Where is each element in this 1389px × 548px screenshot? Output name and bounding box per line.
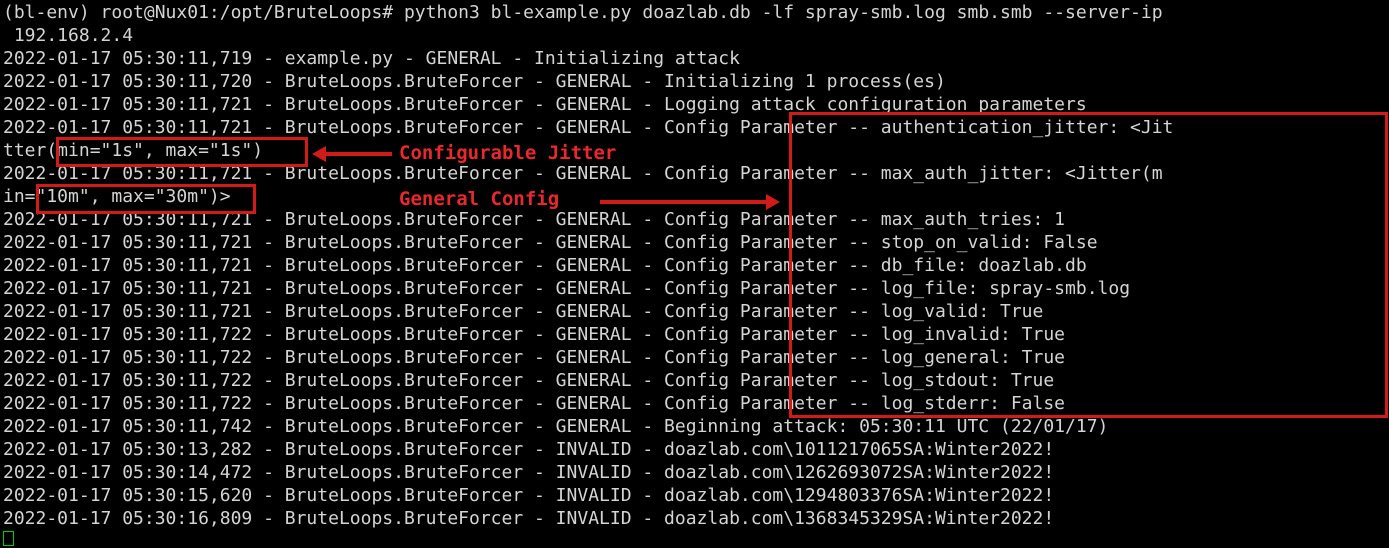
terminal-line: 2022-01-17 05:30:11,720 - BruteLoops.Bru… [3,71,946,92]
terminal-line: 2022-01-17 05:30:11,742 - BruteLoops.Bru… [3,416,1109,437]
general-config-arrow-shaft [600,200,768,204]
terminal-cursor [3,531,14,546]
jitter-highlight-box [56,137,308,167]
jitter-arrow-shaft [324,152,392,156]
max-auth-jitter-highlight-box [36,184,256,214]
general-config-annotation-label: General Config [399,188,560,210]
terminal-line-command: (bl-env) root@Nux01:/opt/BruteLoops# pyt… [3,2,1163,23]
config-parameters-highlight-box [789,112,1388,418]
terminal-line-command-wrap: 192.168.2.4 [3,25,134,46]
jitter-annotation-label: Configurable Jitter [399,142,617,164]
terminal-line: 2022-01-17 05:30:13,282 - BruteLoops.Bru… [3,439,1055,460]
terminal-line: 2022-01-17 05:30:16,809 - BruteLoops.Bru… [3,508,1055,529]
general-config-arrow-head-icon [766,194,780,210]
terminal-line: 2022-01-17 05:30:11,719 - example.py - G… [3,48,740,69]
terminal-line: 2022-01-17 05:30:15,620 - BruteLoops.Bru… [3,485,1055,506]
terminal-line: 2022-01-17 05:30:14,472 - BruteLoops.Bru… [3,462,1055,483]
